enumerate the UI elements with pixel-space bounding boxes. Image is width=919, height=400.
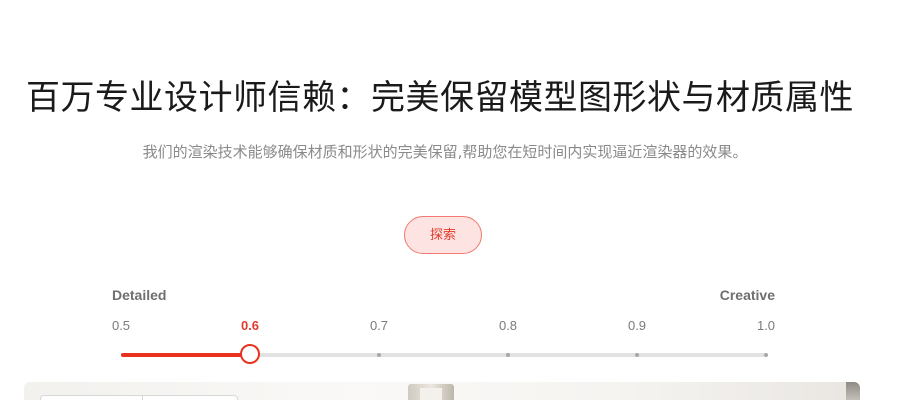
slider-tick-label[interactable]: 0.7: [370, 318, 388, 333]
slider-tick-dot: [764, 353, 768, 357]
slider-tick-label[interactable]: 0.8: [499, 318, 517, 333]
hero-title: 百万专业设计师信赖：完美保留模型图形状与材质属性: [26, 78, 854, 118]
slider-tick-label[interactable]: 1.0: [757, 318, 775, 333]
explore-button[interactable]: 探索: [404, 216, 482, 254]
slider-left-label: Detailed: [112, 287, 167, 303]
slider-tick-label[interactable]: 0.6: [241, 318, 259, 333]
slider-track-fill: [121, 353, 250, 357]
slider-tick-label[interactable]: 0.9: [628, 318, 646, 333]
slider-thumb[interactable]: [240, 344, 260, 364]
preview-panel: [40, 395, 238, 400]
slider-right-label: Creative: [719, 287, 775, 303]
page: 百万专业设计师信赖：完美保留模型图形状与材质属性 我们的渲染技术能够确保材质和形…: [0, 0, 919, 400]
slider-tick-dot: [635, 353, 639, 357]
slider-tick-dot: [506, 353, 510, 357]
slider-tick-label[interactable]: 0.5: [112, 318, 130, 333]
preview-panel-divider: [142, 395, 143, 400]
preview-object-highlight: [420, 388, 442, 400]
slider-tick-dot: [377, 353, 381, 357]
preview-edge-image: [846, 382, 860, 400]
hero-subtitle: 我们的渲染技术能够确保材质和形状的完美保留,帮助您在短时间内实现逼近渲染器的效果…: [142, 143, 748, 161]
